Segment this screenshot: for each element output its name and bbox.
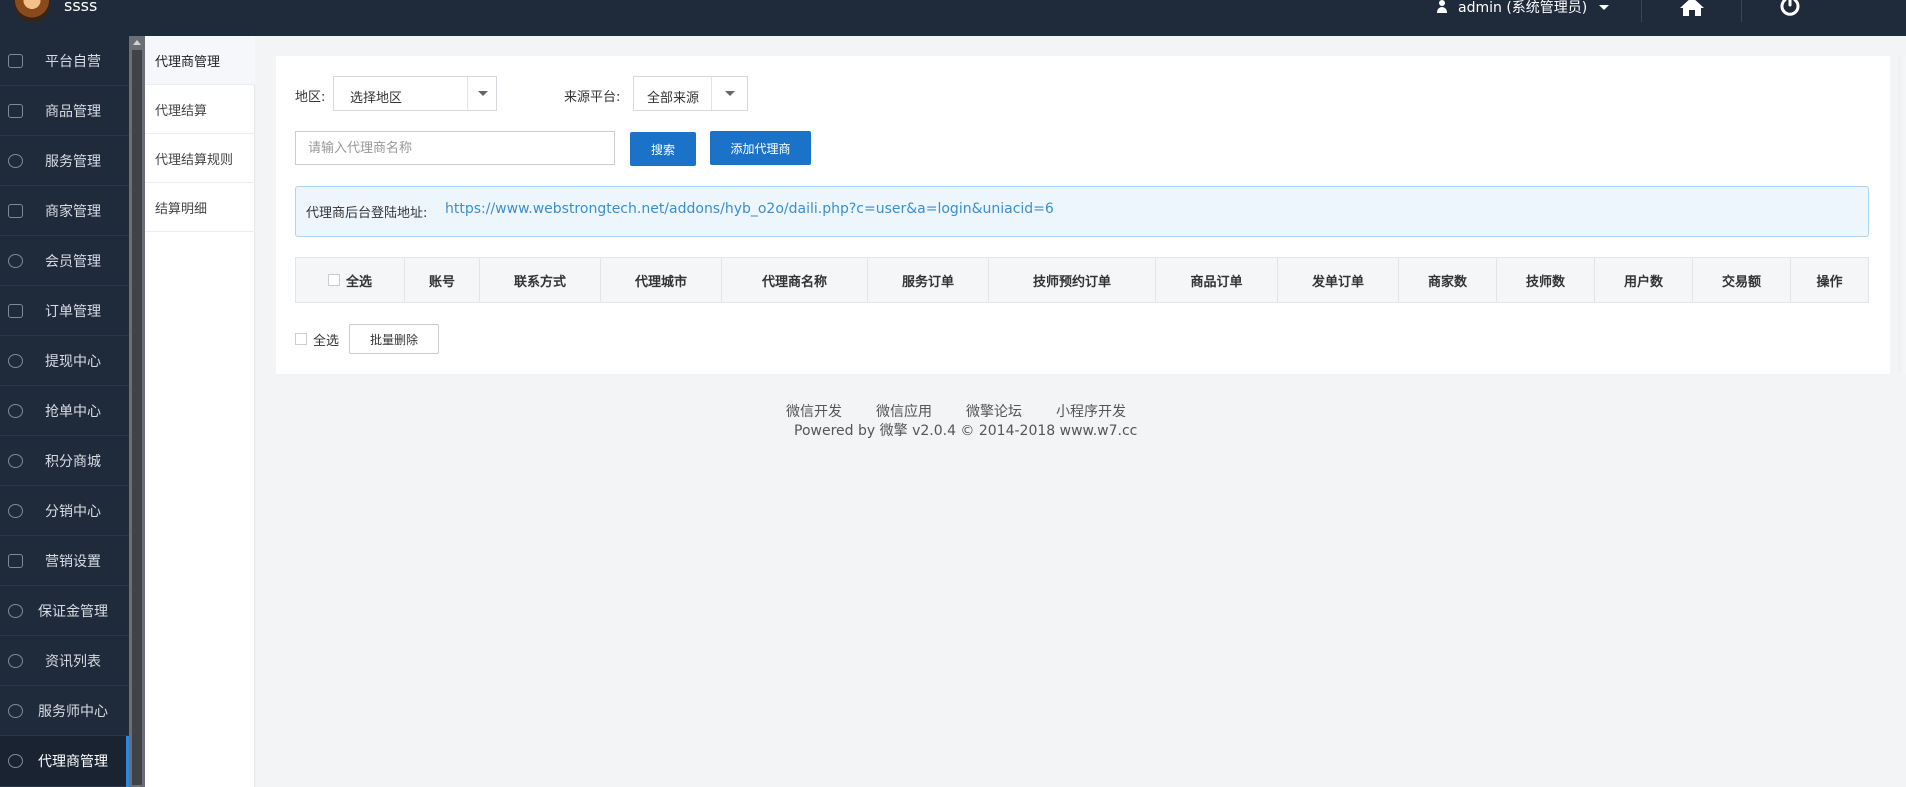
col-contact: 联系方式	[480, 258, 601, 302]
col-amount: 交易额	[1693, 258, 1791, 302]
sidebar-item-member[interactable]: 会员管理	[0, 236, 129, 286]
powered-suffix: v2.0.4 © 2014-2018 www.w7.cc	[912, 423, 1138, 439]
sidebar-item-service[interactable]: 服务管理	[0, 136, 129, 186]
col-service-orders: 服务订单	[868, 258, 989, 302]
main-card: 地区: 选择地区 来源平台: 全部来源 搜索 添加代理商 代理商后台登陆地址: …	[276, 56, 1890, 374]
user-name: admin (系统管理员)	[1458, 0, 1588, 16]
divider	[711, 77, 712, 110]
sidebar-item-label: 资讯列表	[45, 653, 101, 670]
sidebar-item-deposit[interactable]: 保证金管理	[0, 586, 129, 636]
top-bar: ssss admin (系统管理员)	[0, 0, 1906, 36]
subnav-item-settle-rules[interactable]: 代理结算规则	[145, 134, 255, 183]
bulk-select-checkbox[interactable]	[295, 333, 307, 345]
col-tech-orders: 技师预约订单	[989, 258, 1156, 302]
footer-link[interactable]: 微信应用	[876, 401, 932, 421]
sidebar-item-label: 分销中心	[45, 503, 101, 520]
user-menu[interactable]: admin (系统管理员)	[1436, 0, 1610, 17]
footer-link[interactable]: 小程序开发	[1056, 401, 1126, 421]
select-all-header[interactable]: 全选	[296, 258, 405, 302]
select-all-label: 全选	[345, 274, 372, 290]
footer-link[interactable]: 微信开发	[786, 401, 842, 421]
sidebar-item-agent[interactable]: 代理商管理	[0, 736, 129, 787]
table-header: 全选 账号 联系方式 代理城市 代理商名称 服务订单 技师预约订单 商品订单 发…	[295, 257, 1869, 303]
col-merchant-count: 商家数	[1399, 258, 1497, 302]
sidebar-item-technician[interactable]: 服务师中心	[0, 686, 129, 736]
col-city: 代理城市	[601, 258, 722, 302]
bulk-actions: 全选 批量删除	[295, 324, 440, 354]
user-icon	[1436, 0, 1448, 14]
col-user-count: 用户数	[1595, 258, 1693, 302]
sidebar-item-orders[interactable]: 订单管理	[0, 286, 129, 336]
col-agent-name: 代理商名称	[722, 258, 868, 302]
sidebar-item-label: 订单管理	[45, 303, 101, 320]
sidebar-item-label: 提现中心	[45, 353, 101, 370]
edge	[1898, 56, 1906, 374]
col-goods-orders: 商品订单	[1156, 258, 1278, 302]
footer-powered: Powered by 微擎 v2.0.4 © 2014-2018 www.w7.…	[794, 420, 1137, 440]
region-label: 地区:	[295, 90, 326, 105]
footer-brand-link[interactable]: 微擎	[880, 423, 908, 439]
sidebar-item-label: 代理商管理	[38, 754, 108, 770]
subnav-item-agent-manage[interactable]: 代理商管理	[145, 36, 255, 85]
sidebar-item-label: 抢单中心	[45, 403, 101, 420]
sidebar: 平台自营 商品管理 服务管理 商家管理 会员管理 订单管理 提现中心 抢单中心 …	[0, 36, 129, 787]
sidebar-item-label: 服务师中心	[38, 703, 108, 720]
source-select[interactable]: 全部来源	[633, 76, 748, 111]
source-select-value: 全部来源	[647, 91, 700, 106]
divider	[1641, 0, 1642, 22]
sidebar-item-withdraw[interactable]: 提现中心	[0, 336, 129, 386]
chevron-down-icon	[478, 91, 488, 96]
sidebar-item-label: 商家管理	[45, 203, 101, 220]
sub-nav: 代理商管理 代理结算 代理结算规则 结算明细	[145, 36, 255, 787]
divider	[1741, 0, 1742, 22]
sidebar-item-goods[interactable]: 商品管理	[0, 86, 129, 136]
sidebar-item-platform[interactable]: 平台自营	[0, 36, 129, 86]
sidebar-item-label: 积分商城	[45, 453, 101, 470]
power-icon[interactable]	[1778, 0, 1802, 18]
region-select[interactable]: 选择地区	[333, 76, 497, 111]
sidebar-item-label: 商品管理	[45, 103, 101, 120]
sidebar-item-marketing[interactable]: 营销设置	[0, 536, 129, 586]
sidebar-item-grab[interactable]: 抢单中心	[0, 386, 129, 436]
scroll-up-icon[interactable]	[133, 40, 141, 45]
sidebar-item-points[interactable]: 积分商城	[0, 436, 129, 486]
sidebar-item-merchant[interactable]: 商家管理	[0, 186, 129, 236]
checkbox[interactable]	[327, 274, 340, 286]
scrollbar-thumb[interactable]	[132, 50, 142, 785]
home-icon[interactable]	[1679, 0, 1705, 16]
notice-label: 代理商后台登陆地址:	[306, 206, 428, 221]
add-agent-button[interactable]: 添加代理商	[710, 131, 811, 165]
login-url-notice: 代理商后台登陆地址: https://www.webstrongtech.net…	[295, 186, 1869, 237]
powered-prefix: Powered by	[794, 423, 876, 439]
sidebar-item-label: 营销设置	[45, 553, 101, 570]
sidebar-item-label: 服务管理	[45, 153, 101, 170]
subnav-item-agent-settle[interactable]: 代理结算	[145, 85, 255, 134]
chevron-down-icon	[725, 91, 735, 96]
col-tech-count: 技师数	[1497, 258, 1595, 302]
col-account: 账号	[405, 258, 480, 302]
sidebar-scrollbar[interactable]	[129, 36, 145, 787]
sidebar-item-news[interactable]: 资讯列表	[0, 636, 129, 686]
search-button[interactable]: 搜索	[630, 132, 696, 166]
sidebar-item-label: 平台自营	[45, 53, 101, 70]
col-actions: 操作	[1816, 274, 1843, 290]
bulk-delete-button[interactable]: 批量删除	[349, 324, 440, 354]
divider	[467, 77, 468, 110]
notice-url-link[interactable]: https://www.webstrongtech.net/addons/hyb…	[445, 201, 1054, 217]
sidebar-item-distribution[interactable]: 分销中心	[0, 486, 129, 536]
footer-links: 微信开发 微信应用 微擎论坛 小程序开发	[786, 401, 1126, 421]
chevron-down-icon	[1599, 4, 1610, 10]
search-input[interactable]	[295, 131, 615, 165]
subnav-item-settle-detail[interactable]: 结算明细	[145, 183, 255, 232]
avatar[interactable]	[14, 0, 50, 22]
sidebar-item-label: 保证金管理	[38, 603, 108, 620]
source-label: 来源平台:	[564, 90, 621, 105]
brand-name: ssss	[64, 0, 98, 15]
region-select-value: 选择地区	[350, 91, 403, 106]
bulk-select-label: 全选	[313, 333, 340, 349]
col-dispatch-orders: 发单订单	[1278, 258, 1399, 302]
sidebar-item-label: 会员管理	[45, 253, 101, 270]
footer-link[interactable]: 微擎论坛	[966, 401, 1022, 421]
